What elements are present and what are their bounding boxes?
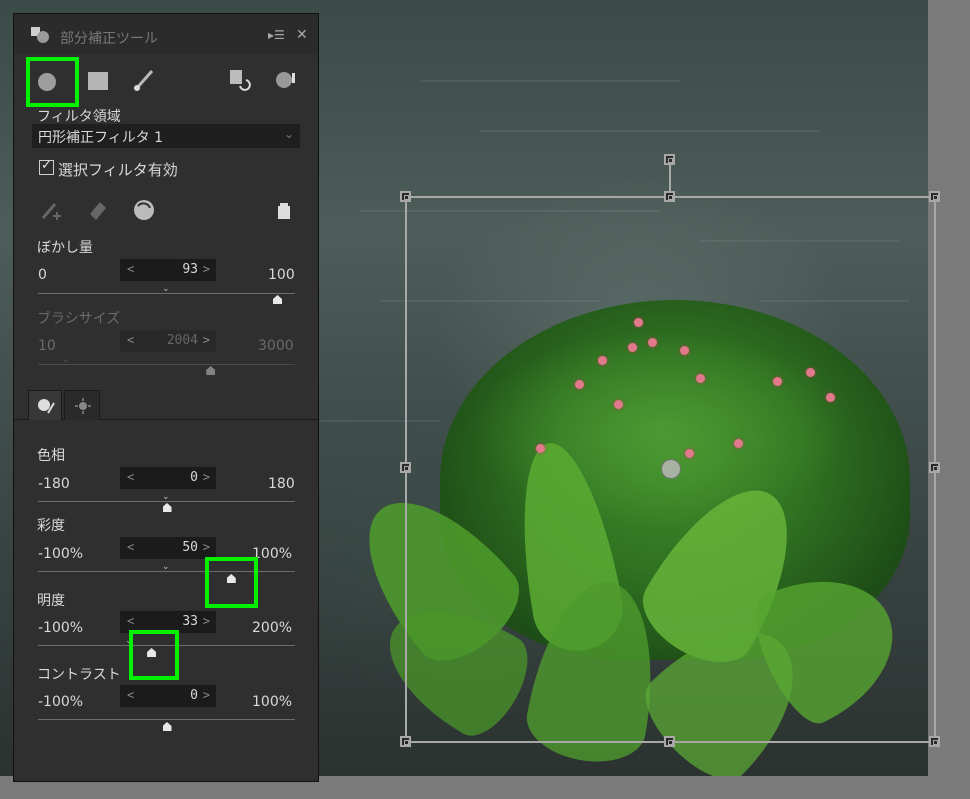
brush-filter-icon[interactable] <box>132 67 158 93</box>
brightness-min: -100% <box>38 620 84 636</box>
brush-size-min: 10 <box>38 338 56 354</box>
filter-center-point[interactable] <box>661 459 681 479</box>
brightness-label: 明度 <box>37 593 65 609</box>
light-adjust-tab-icon <box>75 398 91 414</box>
brightness-value: 33 <box>182 614 198 629</box>
filter-area-select[interactable]: 円形補正フィルタ 1 ⌄ <box>32 124 300 148</box>
add-brush-icon[interactable] <box>40 198 66 222</box>
panel-icon <box>31 27 49 43</box>
checkmark-icon: ✓ <box>41 158 52 173</box>
saturation-value-field[interactable]: <50 > <box>120 537 216 559</box>
saturation-max: 100% <box>252 546 293 562</box>
invert-icon[interactable] <box>130 196 158 224</box>
blur-min: 0 <box>38 267 47 283</box>
contrast-label: コントラスト <box>37 667 121 683</box>
copy-filter-icon[interactable] <box>228 68 252 92</box>
highlight-circle-tool <box>26 57 79 107</box>
hue-max: 180 <box>268 476 295 492</box>
local-adjustment-panel: 部分補正ツール ▸☰ ✕ フィルタ領域 円形補正フィルタ 1 ⌄ ✓ 選択フィル… <box>13 13 319 782</box>
trash-icon[interactable] <box>276 202 292 220</box>
tab-light-adjust[interactable] <box>64 390 100 420</box>
panel-title: 部分補正ツール <box>60 31 158 47</box>
close-icon[interactable]: ✕ <box>296 27 308 43</box>
chevron-down-icon: ⌄ <box>283 127 294 141</box>
filter-area-select-value: 円形補正フィルタ 1 <box>38 130 164 146</box>
blur-slider-track[interactable] <box>38 293 295 294</box>
enable-filter-label: 選択フィルタ有効 <box>58 161 178 179</box>
hue-value: 0 <box>190 470 198 485</box>
hue-label: 色相 <box>37 448 65 464</box>
hue-min: -180 <box>38 476 70 492</box>
contrast-value: 0 <box>190 688 198 703</box>
hue-slider-track[interactable] <box>38 501 295 502</box>
mask-icon[interactable] <box>274 68 298 92</box>
resize-handle-top[interactable] <box>664 191 675 202</box>
filter-area-label: フィルタ領域 <box>37 109 121 125</box>
enable-filter-checkbox[interactable]: ✓ <box>39 158 54 175</box>
resize-handle-top-left[interactable] <box>400 191 411 202</box>
saturation-value: 50 <box>182 540 198 555</box>
tab-color-adjust[interactable] <box>28 390 62 420</box>
contrast-value-field[interactable]: <0 > <box>120 685 216 707</box>
blur-value: 93 <box>182 262 198 277</box>
resize-handle-bottom[interactable] <box>664 736 675 747</box>
color-adjust-tab-icon <box>38 399 55 414</box>
blur-value-field[interactable]: <93 > <box>120 259 216 281</box>
hue-slider-thumb[interactable] <box>163 503 172 512</box>
blur-slider-thumb[interactable] <box>273 295 282 304</box>
brush-size-label: ブラシサイズ <box>37 311 121 327</box>
brush-size-value-field: <2004 > <box>120 330 216 352</box>
brush-size-max: 3000 <box>258 338 294 354</box>
contrast-slider-thumb[interactable] <box>163 722 172 731</box>
saturation-min: -100% <box>38 546 84 562</box>
resize-handle-bottom-left[interactable] <box>400 736 411 747</box>
eraser-icon[interactable] <box>86 198 110 222</box>
highlight-brightness-thumb <box>129 630 179 680</box>
rotate-handle[interactable] <box>664 154 675 165</box>
panel-menu-icon[interactable]: ▸☰ <box>268 28 285 42</box>
resize-handle-right[interactable] <box>929 462 940 473</box>
rectangle-filter-icon[interactable] <box>88 72 108 90</box>
panel-titlebar: 部分補正ツール ▸☰ ✕ <box>14 14 318 54</box>
hue-value-field[interactable]: <0 > <box>120 467 216 489</box>
saturation-label: 彩度 <box>37 518 65 534</box>
blur-label: ぼかし量 <box>37 240 93 256</box>
resize-handle-top-right[interactable] <box>929 191 940 202</box>
contrast-max: 100% <box>252 694 293 710</box>
brush-size-slider-thumb <box>206 366 215 375</box>
resize-handle-left[interactable] <box>400 462 411 473</box>
brightness-max: 200% <box>252 620 293 636</box>
contrast-min: -100% <box>38 694 84 710</box>
blur-max: 100 <box>268 267 295 283</box>
brush-size-slider-track <box>38 364 295 365</box>
brush-size-value: 2004 <box>166 333 198 348</box>
resize-handle-bottom-right[interactable] <box>929 736 940 747</box>
contrast-slider-track[interactable] <box>38 719 295 720</box>
highlight-saturation-thumb <box>205 557 258 608</box>
